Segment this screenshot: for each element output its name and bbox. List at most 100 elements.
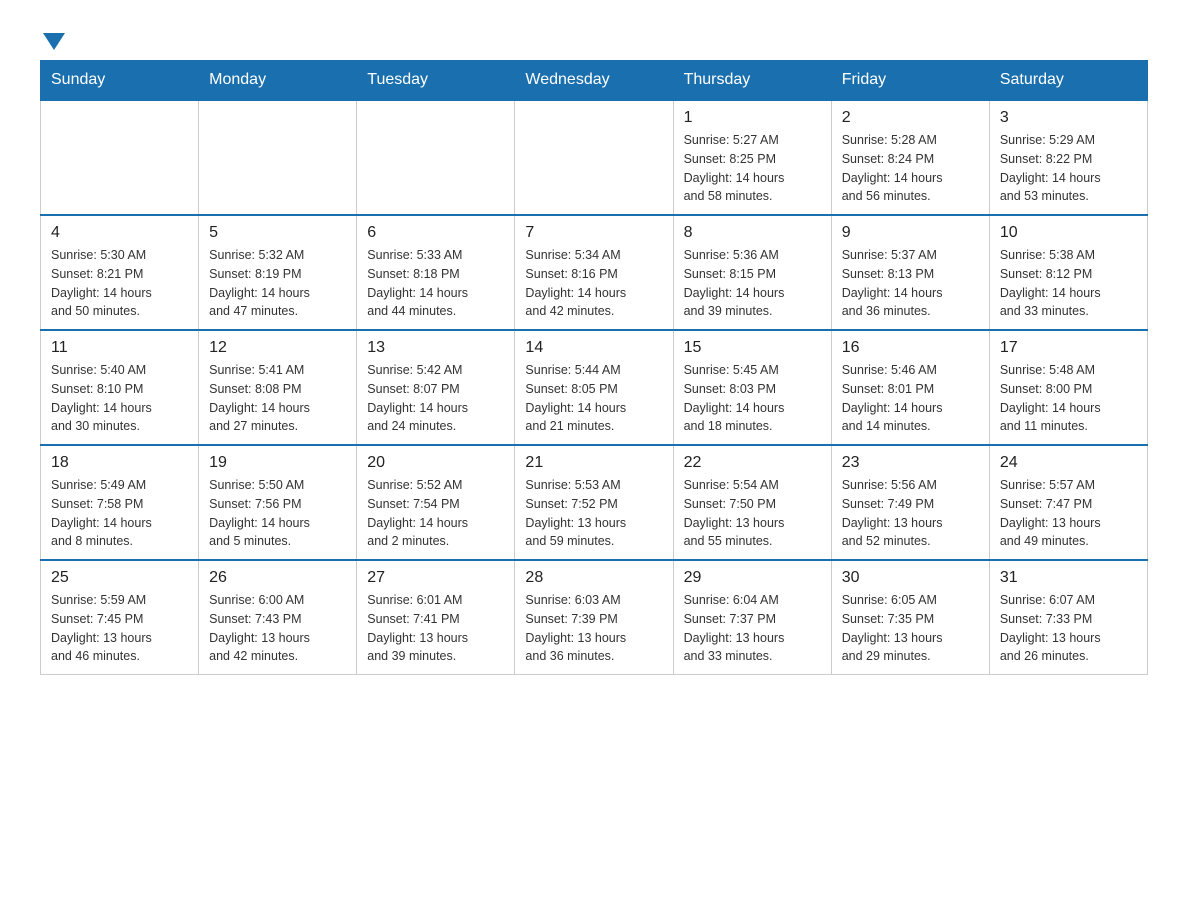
calendar-day-cell: 23 Sunrise: 5:56 AM Sunset: 7:49 PM Dayli… (831, 445, 989, 560)
page-header (40, 30, 1148, 50)
day-number: 4 (51, 224, 188, 242)
day-info: Sunrise: 5:48 AM Sunset: 8:00 PM Dayligh… (1000, 361, 1137, 436)
calendar-day-cell: 28 Sunrise: 6:03 AM Sunset: 7:39 PM Dayli… (515, 560, 673, 675)
day-number: 8 (684, 224, 821, 242)
calendar-day-cell: 29 Sunrise: 6:04 AM Sunset: 7:37 PM Dayli… (673, 560, 831, 675)
day-number: 27 (367, 569, 504, 587)
day-number: 20 (367, 454, 504, 472)
calendar-day-cell: 5 Sunrise: 5:32 AM Sunset: 8:19 PM Daylig… (199, 215, 357, 330)
day-number: 23 (842, 454, 979, 472)
day-number: 17 (1000, 339, 1137, 357)
day-number: 6 (367, 224, 504, 242)
weekday-header-saturday: Saturday (989, 61, 1147, 101)
day-number: 16 (842, 339, 979, 357)
week-row-5: 25 Sunrise: 5:59 AM Sunset: 7:45 PM Dayli… (41, 560, 1148, 675)
day-number: 18 (51, 454, 188, 472)
day-number: 1 (684, 109, 821, 127)
calendar-day-cell: 25 Sunrise: 5:59 AM Sunset: 7:45 PM Dayli… (41, 560, 199, 675)
day-info: Sunrise: 5:38 AM Sunset: 8:12 PM Dayligh… (1000, 246, 1137, 321)
day-info: Sunrise: 5:59 AM Sunset: 7:45 PM Dayligh… (51, 591, 188, 666)
day-number: 25 (51, 569, 188, 587)
day-info: Sunrise: 5:54 AM Sunset: 7:50 PM Dayligh… (684, 476, 821, 551)
day-info: Sunrise: 5:32 AM Sunset: 8:19 PM Dayligh… (209, 246, 346, 321)
calendar-day-cell (357, 100, 515, 215)
calendar-day-cell (515, 100, 673, 215)
day-info: Sunrise: 5:27 AM Sunset: 8:25 PM Dayligh… (684, 131, 821, 206)
day-number: 29 (684, 569, 821, 587)
weekday-header-thursday: Thursday (673, 61, 831, 101)
day-number: 15 (684, 339, 821, 357)
day-number: 11 (51, 339, 188, 357)
day-info: Sunrise: 5:44 AM Sunset: 8:05 PM Dayligh… (525, 361, 662, 436)
day-info: Sunrise: 5:33 AM Sunset: 8:18 PM Dayligh… (367, 246, 504, 321)
day-info: Sunrise: 5:49 AM Sunset: 7:58 PM Dayligh… (51, 476, 188, 551)
day-number: 26 (209, 569, 346, 587)
day-number: 10 (1000, 224, 1137, 242)
calendar-day-cell: 31 Sunrise: 6:07 AM Sunset: 7:33 PM Dayli… (989, 560, 1147, 675)
day-info: Sunrise: 5:34 AM Sunset: 8:16 PM Dayligh… (525, 246, 662, 321)
day-info: Sunrise: 5:56 AM Sunset: 7:49 PM Dayligh… (842, 476, 979, 551)
day-info: Sunrise: 5:30 AM Sunset: 8:21 PM Dayligh… (51, 246, 188, 321)
week-row-4: 18 Sunrise: 5:49 AM Sunset: 7:58 PM Dayli… (41, 445, 1148, 560)
day-number: 2 (842, 109, 979, 127)
day-info: Sunrise: 5:29 AM Sunset: 8:22 PM Dayligh… (1000, 131, 1137, 206)
calendar-day-cell: 1 Sunrise: 5:27 AM Sunset: 8:25 PM Daylig… (673, 100, 831, 215)
day-info: Sunrise: 6:01 AM Sunset: 7:41 PM Dayligh… (367, 591, 504, 666)
day-info: Sunrise: 6:03 AM Sunset: 7:39 PM Dayligh… (525, 591, 662, 666)
calendar-day-cell: 19Sunrise: 5:50 AM Sunset: 7:56 PM Dayli… (199, 445, 357, 560)
week-row-3: 11 Sunrise: 5:40 AM Sunset: 8:10 PM Dayli… (41, 330, 1148, 445)
weekday-header-sunday: Sunday (41, 61, 199, 101)
day-number: 19 (209, 454, 346, 472)
day-number: 12 (209, 339, 346, 357)
calendar-day-cell: 12 Sunrise: 5:41 AM Sunset: 8:08 PM Dayli… (199, 330, 357, 445)
calendar-day-cell: 11 Sunrise: 5:40 AM Sunset: 8:10 PM Dayli… (41, 330, 199, 445)
calendar-header-row: SundayMondayTuesdayWednesdayThursdayFrid… (41, 61, 1148, 101)
day-info: Sunrise: 5:42 AM Sunset: 8:07 PM Dayligh… (367, 361, 504, 436)
logo-triangle-icon (43, 33, 65, 50)
day-info: Sunrise: 6:04 AM Sunset: 7:37 PM Dayligh… (684, 591, 821, 666)
day-number: 3 (1000, 109, 1137, 127)
day-info: Sunrise: 5:52 AM Sunset: 7:54 PM Dayligh… (367, 476, 504, 551)
day-number: 30 (842, 569, 979, 587)
calendar-day-cell: 21Sunrise: 5:53 AM Sunset: 7:52 PM Dayli… (515, 445, 673, 560)
day-number: 14 (525, 339, 662, 357)
weekday-header-tuesday: Tuesday (357, 61, 515, 101)
calendar-day-cell: 10 Sunrise: 5:38 AM Sunset: 8:12 PM Dayli… (989, 215, 1147, 330)
calendar-day-cell: 26 Sunrise: 6:00 AM Sunset: 7:43 PM Dayli… (199, 560, 357, 675)
calendar-day-cell: 16Sunrise: 5:46 AM Sunset: 8:01 PM Dayli… (831, 330, 989, 445)
calendar-day-cell: 17 Sunrise: 5:48 AM Sunset: 8:00 PM Dayli… (989, 330, 1147, 445)
week-row-1: 1 Sunrise: 5:27 AM Sunset: 8:25 PM Daylig… (41, 100, 1148, 215)
weekday-header-friday: Friday (831, 61, 989, 101)
day-info: Sunrise: 5:41 AM Sunset: 8:08 PM Dayligh… (209, 361, 346, 436)
calendar-day-cell: 7 Sunrise: 5:34 AM Sunset: 8:16 PM Daylig… (515, 215, 673, 330)
calendar-day-cell (41, 100, 199, 215)
day-info: Sunrise: 6:07 AM Sunset: 7:33 PM Dayligh… (1000, 591, 1137, 666)
day-info: Sunrise: 5:40 AM Sunset: 8:10 PM Dayligh… (51, 361, 188, 436)
day-number: 22 (684, 454, 821, 472)
calendar-day-cell: 4 Sunrise: 5:30 AM Sunset: 8:21 PM Daylig… (41, 215, 199, 330)
day-info: Sunrise: 5:28 AM Sunset: 8:24 PM Dayligh… (842, 131, 979, 206)
calendar-day-cell: 14 Sunrise: 5:44 AM Sunset: 8:05 PM Dayli… (515, 330, 673, 445)
calendar-day-cell: 13 Sunrise: 5:42 AM Sunset: 8:07 PM Dayli… (357, 330, 515, 445)
day-number: 21 (525, 454, 662, 472)
day-number: 7 (525, 224, 662, 242)
calendar-day-cell: 18 Sunrise: 5:49 AM Sunset: 7:58 PM Dayli… (41, 445, 199, 560)
logo (40, 30, 65, 50)
calendar-day-cell: 30Sunrise: 6:05 AM Sunset: 7:35 PM Dayli… (831, 560, 989, 675)
day-number: 13 (367, 339, 504, 357)
day-info: Sunrise: 6:00 AM Sunset: 7:43 PM Dayligh… (209, 591, 346, 666)
day-number: 5 (209, 224, 346, 242)
weekday-header-monday: Monday (199, 61, 357, 101)
calendar-day-cell: 2 Sunrise: 5:28 AM Sunset: 8:24 PM Daylig… (831, 100, 989, 215)
day-number: 31 (1000, 569, 1137, 587)
day-number: 9 (842, 224, 979, 242)
calendar-day-cell (199, 100, 357, 215)
calendar-day-cell: 8Sunrise: 5:36 AM Sunset: 8:15 PM Daylig… (673, 215, 831, 330)
calendar-day-cell: 9 Sunrise: 5:37 AM Sunset: 8:13 PM Daylig… (831, 215, 989, 330)
day-info: Sunrise: 5:45 AM Sunset: 8:03 PM Dayligh… (684, 361, 821, 436)
calendar-day-cell: 6 Sunrise: 5:33 AM Sunset: 8:18 PM Daylig… (357, 215, 515, 330)
day-number: 28 (525, 569, 662, 587)
calendar-day-cell: 22 Sunrise: 5:54 AM Sunset: 7:50 PM Dayli… (673, 445, 831, 560)
day-info: Sunrise: 5:37 AM Sunset: 8:13 PM Dayligh… (842, 246, 979, 321)
day-info: Sunrise: 5:57 AM Sunset: 7:47 PM Dayligh… (1000, 476, 1137, 551)
